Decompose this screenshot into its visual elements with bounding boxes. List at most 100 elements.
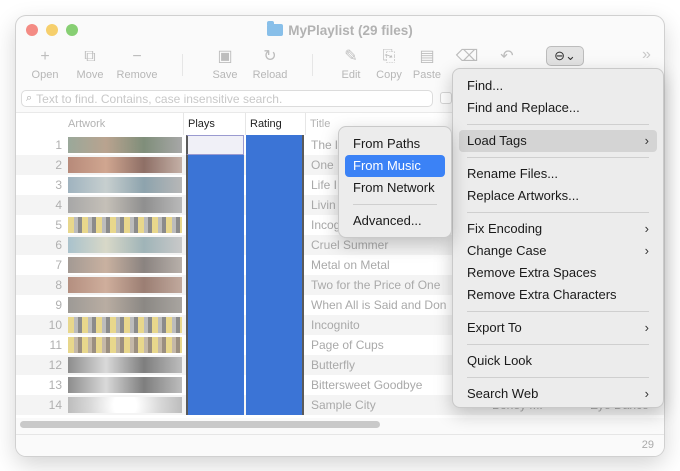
plays-cell[interactable] bbox=[186, 235, 244, 255]
title-cell[interactable]: Bittersweet Goodbye bbox=[311, 375, 422, 395]
title-cell[interactable]: Cruel Summer bbox=[311, 235, 388, 255]
rating-cell[interactable] bbox=[246, 295, 304, 315]
horizontal-scrollbar[interactable] bbox=[20, 421, 380, 428]
rating-cell[interactable] bbox=[246, 215, 304, 235]
artwork-thumbnail bbox=[68, 197, 182, 213]
submenu-item-from-music[interactable]: From Music bbox=[345, 155, 445, 177]
rating-cell[interactable] bbox=[246, 275, 304, 295]
rating-cell[interactable] bbox=[246, 375, 304, 395]
row-number: 9 bbox=[55, 298, 62, 312]
artwork-thumbnail bbox=[68, 297, 182, 313]
plays-cell[interactable] bbox=[186, 255, 244, 275]
plays-cell[interactable] bbox=[186, 315, 244, 335]
reload-button[interactable]: ↻ Reload bbox=[245, 46, 295, 82]
row-number: 12 bbox=[48, 358, 62, 372]
title-cell[interactable]: Page of Cups bbox=[311, 335, 384, 355]
row-number: 8 bbox=[55, 278, 62, 292]
title-cell[interactable]: Livin bbox=[311, 195, 336, 215]
plays-cell[interactable] bbox=[186, 155, 244, 175]
row-number: 11 bbox=[49, 338, 62, 352]
menu-item-label: Load Tags bbox=[467, 133, 527, 148]
plays-cell[interactable] bbox=[186, 135, 244, 155]
menu-item-fix-encoding[interactable]: Fix Encoding › bbox=[459, 218, 657, 240]
rating-cell[interactable] bbox=[246, 155, 304, 175]
submenu-item-advanced[interactable]: Advanced... bbox=[345, 210, 445, 232]
plays-cell[interactable] bbox=[186, 355, 244, 375]
maximize-window-button[interactable] bbox=[66, 24, 78, 36]
remove-label: Remove bbox=[116, 69, 158, 81]
submenu-item-from-network[interactable]: From Network bbox=[345, 177, 445, 199]
plays-cell[interactable] bbox=[186, 215, 244, 235]
menu-item-quick-look[interactable]: Quick Look bbox=[459, 350, 657, 372]
title-cell[interactable]: The l bbox=[311, 135, 338, 155]
more-actions-button[interactable]: ⊖⌄ bbox=[546, 46, 584, 66]
move-button[interactable]: ⧉ Move bbox=[65, 46, 115, 82]
title-cell[interactable]: Life I bbox=[311, 175, 337, 195]
menu-item-remove-extra-spaces[interactable]: Remove Extra Spaces bbox=[459, 262, 657, 284]
rating-cell[interactable] bbox=[246, 255, 304, 275]
rating-cell[interactable] bbox=[246, 135, 304, 155]
rating-cell[interactable] bbox=[246, 195, 304, 215]
plays-cell[interactable] bbox=[186, 195, 244, 215]
title-cell[interactable]: Incog bbox=[311, 215, 340, 235]
title-cell[interactable]: Incognito bbox=[311, 315, 360, 335]
rating-cell[interactable] bbox=[246, 395, 304, 415]
toolbar-overflow-icon[interactable]: » bbox=[642, 46, 651, 64]
plays-cell[interactable] bbox=[186, 375, 244, 395]
menu-item-find[interactable]: Find... bbox=[459, 75, 657, 97]
plays-cell[interactable] bbox=[186, 275, 244, 295]
remove-button[interactable]: − Remove bbox=[112, 46, 162, 82]
column-header-artwork[interactable]: Artwork bbox=[64, 113, 184, 135]
rating-cell[interactable] bbox=[246, 315, 304, 335]
rating-cell[interactable] bbox=[246, 235, 304, 255]
plays-cell[interactable] bbox=[186, 175, 244, 195]
search-option-checkbox[interactable] bbox=[440, 92, 452, 104]
search-field[interactable]: ⌕ Text to find. Contains, case insensiti… bbox=[21, 90, 433, 107]
menu-separator bbox=[467, 311, 649, 312]
artwork-thumbnail bbox=[68, 397, 182, 413]
menu-item-label: Export To bbox=[467, 320, 522, 335]
plays-cell[interactable] bbox=[186, 295, 244, 315]
row-number: 5 bbox=[55, 218, 62, 232]
menu-item-replace-artworks[interactable]: Replace Artworks... bbox=[459, 185, 657, 207]
artwork-thumbnail bbox=[68, 237, 182, 253]
title-cell[interactable]: One bbox=[311, 155, 334, 175]
undo-button[interactable]: ↶ bbox=[482, 46, 532, 68]
reload-icon: ↻ bbox=[263, 48, 277, 65]
title-cell[interactable]: When All is Said and Don bbox=[311, 295, 446, 315]
rating-cell[interactable] bbox=[246, 355, 304, 375]
row-number: 4 bbox=[55, 198, 62, 212]
save-button[interactable]: ▣ Save bbox=[200, 46, 250, 82]
artwork-thumbnail bbox=[68, 317, 182, 333]
plays-cell[interactable] bbox=[186, 335, 244, 355]
submenu-item-from-paths[interactable]: From Paths bbox=[345, 133, 445, 155]
menu-item-rename-files[interactable]: Rename Files... bbox=[459, 163, 657, 185]
title-cell[interactable]: Butterfly bbox=[311, 355, 355, 375]
paste-label: Paste bbox=[412, 69, 442, 81]
title-cell[interactable]: Sample City bbox=[311, 395, 376, 415]
column-header-plays[interactable]: Plays bbox=[184, 113, 246, 135]
title-cell[interactable]: Metal on Metal bbox=[311, 255, 390, 275]
menu-separator bbox=[467, 344, 649, 345]
rating-cell[interactable] bbox=[246, 175, 304, 195]
file-count: 29 bbox=[641, 439, 654, 451]
rating-cell[interactable] bbox=[246, 335, 304, 355]
title-cell[interactable]: Two for the Price of One bbox=[311, 275, 440, 295]
menu-item-search-web[interactable]: Search Web › bbox=[459, 383, 657, 405]
row-number: 6 bbox=[55, 238, 62, 252]
window-title: MyPlaylist (29 files) bbox=[288, 22, 413, 38]
artwork-thumbnail bbox=[68, 157, 182, 173]
column-header-rating[interactable]: Rating bbox=[246, 113, 306, 135]
open-button[interactable]: + Open bbox=[20, 46, 70, 82]
window-title-wrap: MyPlaylist (29 files) bbox=[267, 21, 413, 38]
menu-item-remove-extra-characters[interactable]: Remove Extra Characters bbox=[459, 284, 657, 306]
chevron-right-icon: › bbox=[644, 221, 649, 236]
plus-icon: + bbox=[40, 48, 50, 65]
menu-item-find-replace[interactable]: Find and Replace... bbox=[459, 97, 657, 119]
menu-item-load-tags[interactable]: Load Tags › bbox=[459, 130, 657, 152]
menu-item-export-to[interactable]: Export To › bbox=[459, 317, 657, 339]
close-window-button[interactable] bbox=[26, 24, 38, 36]
minimize-window-button[interactable] bbox=[46, 24, 58, 36]
menu-item-change-case[interactable]: Change Case › bbox=[459, 240, 657, 262]
plays-cell[interactable] bbox=[186, 395, 244, 415]
